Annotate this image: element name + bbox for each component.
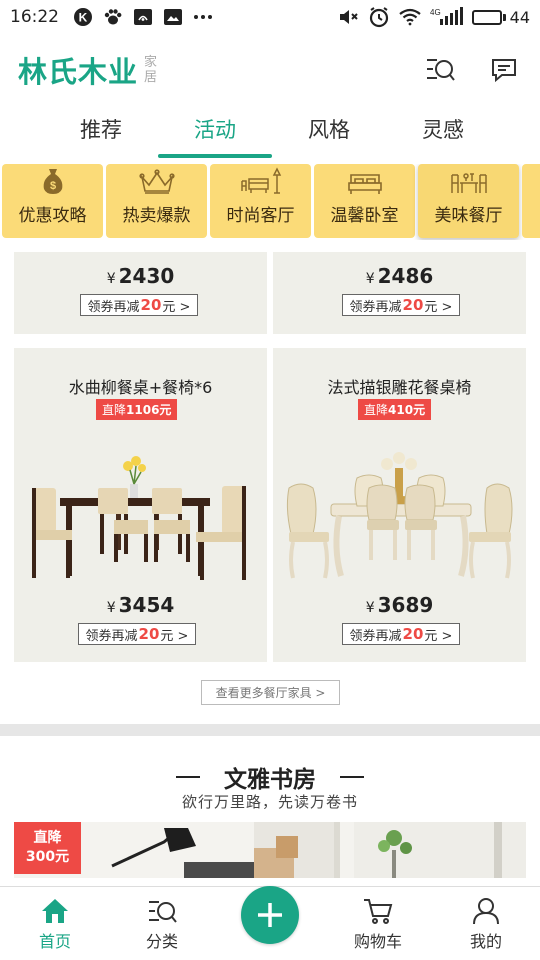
top-tabs: 推荐 活动 风格 灵感 xyxy=(0,106,540,158)
product-price: ¥2486 xyxy=(365,264,434,288)
product-card-partial-2[interactable]: ¥2486 领券再减 20 元 > xyxy=(273,252,526,334)
battery-level: 44 xyxy=(509,7,530,27)
app-header: 林氏木业 家 居 xyxy=(0,34,540,106)
message-icon[interactable] xyxy=(486,52,522,88)
more-dots-icon xyxy=(193,14,213,20)
dining-table-icon xyxy=(449,165,489,195)
category-search-icon xyxy=(149,901,177,923)
add-button[interactable] xyxy=(241,886,299,944)
bed-icon xyxy=(347,165,383,195)
category-hot[interactable]: 热卖爆款 xyxy=(106,164,207,238)
study-banner[interactable] xyxy=(14,822,526,878)
tab-style[interactable]: 风格 xyxy=(272,106,386,158)
tab-recommend[interactable]: 推荐 xyxy=(44,106,158,158)
alarm-icon xyxy=(368,6,390,28)
section-divider xyxy=(0,724,540,736)
plus-icon xyxy=(258,903,282,927)
logo-text: 林氏木业 xyxy=(18,55,139,89)
status-time: 16:22 xyxy=(10,7,59,27)
category-living[interactable]: 时尚客厅 xyxy=(210,164,311,238)
french-dining-set-image xyxy=(286,452,513,579)
coupon-button[interactable]: 领券再减 20 元 > xyxy=(80,294,198,316)
search-icon[interactable] xyxy=(422,52,458,88)
status-bar: 16:22 K 4G 44 xyxy=(0,0,540,34)
nav-profile[interactable]: 我的 xyxy=(432,887,540,960)
sofa-lamp-icon xyxy=(240,165,282,195)
wifi-icon xyxy=(398,7,422,27)
tab-inspiration[interactable]: 灵感 xyxy=(386,106,500,158)
cellular-signal-icon: 4G xyxy=(430,7,464,27)
coupon-button[interactable]: 领券再减 20 元 > xyxy=(78,623,196,645)
category-strip: $ 优惠攻略 热卖爆款 时尚客厅 温馨卧室 美味餐厅 xyxy=(0,164,540,240)
section-title: 文雅书房 xyxy=(224,766,316,793)
product-card-partial-1[interactable]: ¥2430 领券再减 20 元 > xyxy=(14,252,267,334)
nav-home[interactable]: 首页 xyxy=(1,887,109,960)
product-price: ¥2430 xyxy=(106,264,175,288)
svg-text:$: $ xyxy=(49,180,55,192)
tab-activity[interactable]: 活动 xyxy=(158,106,272,158)
user-icon xyxy=(473,898,499,925)
price-cut-badge: 直降1106元 xyxy=(96,399,178,420)
product-card-2[interactable]: 法式描银雕花餐桌椅 直降410元 ¥ 3689 领券再减 20 元 > xyxy=(273,348,526,662)
image-icon xyxy=(163,7,183,27)
home-icon xyxy=(42,899,68,923)
nav-cart[interactable]: 购物车 xyxy=(324,887,432,960)
mute-icon xyxy=(338,7,360,27)
dining-set-image xyxy=(32,456,246,580)
crown-icon xyxy=(138,165,175,195)
status-right: 4G 44 xyxy=(338,6,530,28)
paw-icon xyxy=(103,7,123,27)
banner-price-cut-badge: 直降 300元 xyxy=(14,822,81,874)
k-app-icon: K xyxy=(73,7,93,27)
logo-subtext: 家 居 xyxy=(144,55,158,85)
product-card-1[interactable]: 水曲柳餐桌+餐椅*6 直降1106元 ¥ 3454 领券再减 20 元 > xyxy=(14,348,267,662)
product-price: ¥3454 xyxy=(106,593,175,617)
category-deals[interactable]: $ 优惠攻略 xyxy=(2,164,103,238)
study-room-image xyxy=(14,822,526,878)
svg-text:K: K xyxy=(79,11,88,25)
price-cut-badge: 直降410元 xyxy=(358,399,432,420)
nfc-icon xyxy=(133,7,153,27)
product-title: 法式描银雕花餐桌椅 xyxy=(327,378,472,397)
coupon-button[interactable]: 领券再减 20 元 > xyxy=(342,623,460,645)
network-type-label: 4G xyxy=(430,8,441,17)
nav-category[interactable]: 分类 xyxy=(108,887,216,960)
category-study[interactable]: 文 xyxy=(522,164,540,238)
coupon-button[interactable]: 领券再减 20 元 > xyxy=(342,294,460,316)
category-dining[interactable]: 美味餐厅 xyxy=(418,164,519,238)
product-price: ¥3689 xyxy=(365,593,434,617)
brand-logo: 林氏木业 家 居 xyxy=(18,49,157,91)
section-subtitle: 欲行万里路，先读万卷书 xyxy=(181,793,358,811)
cart-icon xyxy=(364,899,393,924)
app-screen: 16:22 K 4G 44 林氏木业 家 居 推荐 活动 风格 灵感 $ 优惠攻… xyxy=(0,0,540,960)
category-bedroom[interactable]: 温馨卧室 xyxy=(314,164,415,238)
money-bag-icon: $ xyxy=(41,165,65,195)
view-more-dining-button[interactable]: 查看更多餐厅家具 > xyxy=(201,680,340,705)
battery-icon xyxy=(471,9,506,25)
product-title: 水曲柳餐桌+餐椅*6 xyxy=(68,378,213,397)
section-heading: 文雅书房 xyxy=(0,760,540,794)
